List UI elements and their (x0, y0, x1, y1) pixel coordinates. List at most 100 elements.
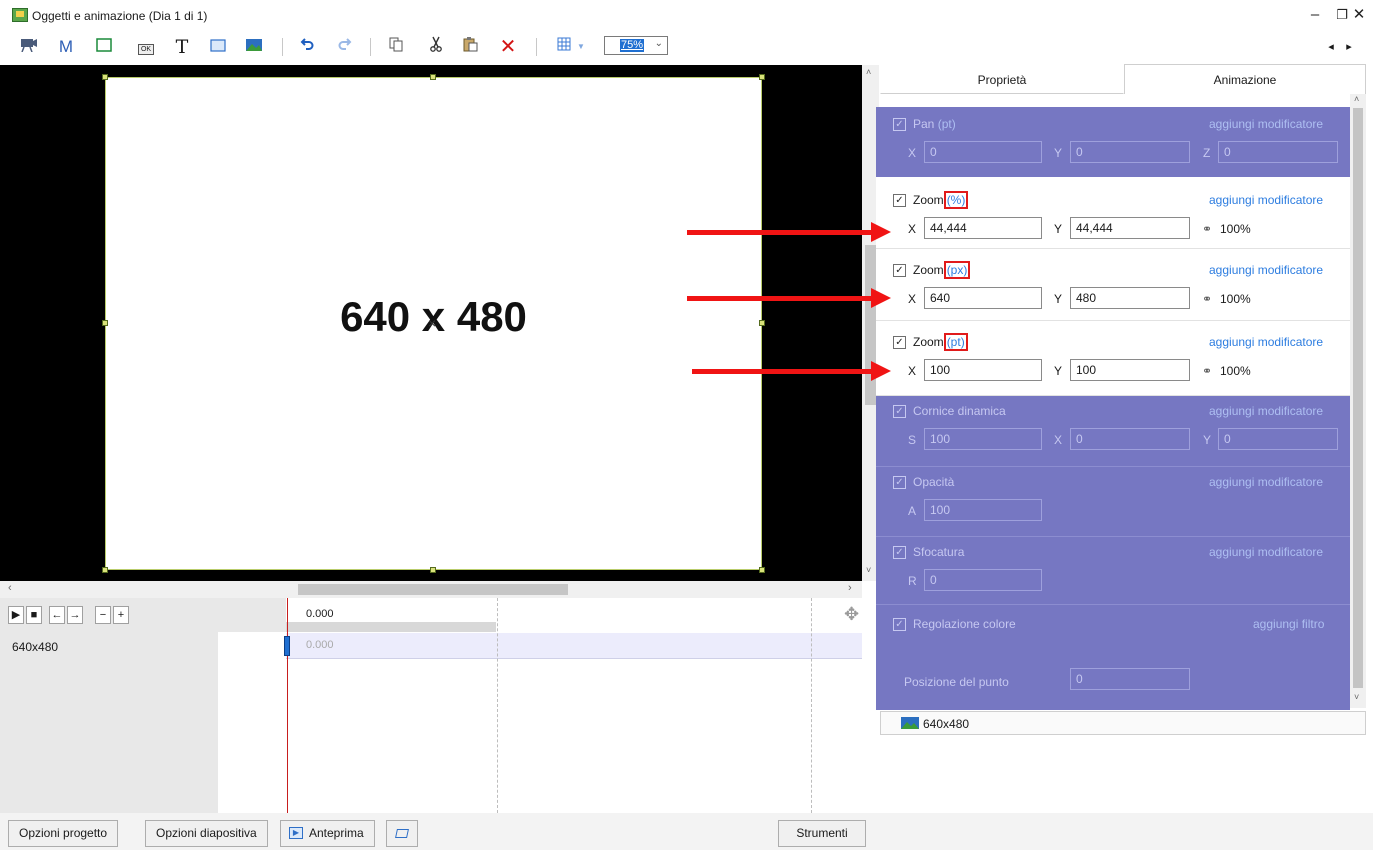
scroll-thumb[interactable] (865, 245, 876, 405)
opacity-a-field[interactable]: 100 (924, 499, 1042, 521)
scroll-down-icon[interactable]: ˅ (1354, 692, 1359, 702)
dynamic-frame-y-field[interactable]: 0 (1218, 428, 1338, 450)
dynamic-frame-x-field[interactable]: 0 (1070, 428, 1190, 450)
nav-next-icon[interactable]: ▸ (1340, 36, 1358, 58)
resize-handle[interactable] (102, 74, 108, 80)
pan-checkbox[interactable]: ✓ (893, 118, 906, 131)
blur-checkbox[interactable]: ✓ (893, 546, 906, 559)
zoom-pt-y-field[interactable]: 100 (1070, 359, 1190, 381)
play-button[interactable]: ▶ (8, 606, 24, 624)
playhead[interactable] (287, 598, 288, 813)
grid-icon[interactable] (552, 36, 576, 58)
add-modifier-link[interactable]: aggiungi modificatore (1209, 545, 1323, 559)
nav-prev-icon[interactable]: ◂ (1322, 36, 1340, 58)
canvas-horizontal-scrollbar[interactable]: ‹ › (0, 581, 862, 598)
scroll-thumb[interactable] (1353, 108, 1363, 688)
panel-scrollbar[interactable]: ˄ ˅ (1350, 94, 1366, 708)
rectangle-icon[interactable] (206, 36, 230, 58)
link-icon[interactable]: ⚭ (1202, 292, 1212, 306)
scroll-up-icon[interactable]: ˄ (866, 67, 871, 77)
tab-properties[interactable]: Proprietà (880, 64, 1124, 94)
resize-handle[interactable] (759, 567, 765, 573)
resize-handle[interactable] (759, 320, 765, 326)
resize-handle[interactable] (430, 567, 436, 573)
zoom-percent-checkbox[interactable]: ✓ (893, 194, 906, 207)
scroll-left-icon[interactable]: ‹ (8, 582, 12, 594)
frame-icon[interactable] (92, 36, 116, 58)
pan-x-field[interactable]: 0 (924, 141, 1042, 163)
scroll-down-icon[interactable]: ˅ (866, 565, 871, 575)
point-position-field[interactable]: 0 (1070, 668, 1190, 690)
copy-icon[interactable] (384, 36, 408, 58)
zoom-percent-header: Zoom (%) (913, 191, 969, 209)
close-button[interactable]: ✕ (1345, 4, 1373, 28)
scroll-up-icon[interactable]: ˄ (1354, 94, 1359, 104)
add-modifier-link[interactable]: aggiungi modificatore (1209, 263, 1323, 277)
stop-button[interactable]: ■ (26, 606, 42, 624)
scroll-thumb[interactable] (298, 584, 568, 595)
add-filter-link[interactable]: aggiungi filtro (1253, 617, 1324, 631)
zoom-pt-header: Zoom (pt) (913, 333, 968, 351)
add-keyframe-button[interactable]: + (113, 606, 129, 624)
zoom-px-y-field[interactable]: 480 (1070, 287, 1190, 309)
move-icon[interactable]: ✥ (844, 604, 859, 625)
keyframe[interactable] (284, 636, 290, 656)
blur-r-field[interactable]: 0 (924, 569, 1042, 591)
project-options-button[interactable]: Opzioni progetto (8, 820, 119, 847)
tools-button[interactable]: Strumenti (778, 820, 866, 847)
color-adjust-section: ✓ Regolazione colore aggiungi filtro Pos… (876, 604, 1350, 710)
delete-icon[interactable]: ✕ (496, 36, 520, 58)
redo-icon[interactable] (332, 36, 356, 58)
window-mode-button[interactable] (386, 820, 418, 847)
add-modifier-link[interactable]: aggiungi modificatore (1209, 335, 1323, 349)
link-icon[interactable]: ⚭ (1202, 364, 1212, 378)
dynamic-frame-y-label: Y (1203, 433, 1212, 447)
scroll-right-icon[interactable]: › (848, 582, 852, 594)
dynamic-frame-checkbox[interactable]: ✓ (893, 405, 906, 418)
text-icon[interactable]: T (170, 36, 194, 58)
paste-icon[interactable] (458, 36, 482, 58)
button-icon[interactable]: OK (134, 36, 158, 58)
color-adjust-checkbox[interactable]: ✓ (893, 618, 906, 631)
undo-icon[interactable] (296, 36, 320, 58)
zoom-px-checkbox[interactable]: ✓ (893, 264, 906, 277)
resize-handle[interactable] (430, 74, 436, 80)
app-icon (12, 8, 28, 22)
zoom-pt-x-field[interactable]: 100 (924, 359, 1042, 381)
resize-handle[interactable] (102, 320, 108, 326)
separator (282, 38, 283, 56)
tab-animation[interactable]: Animazione (1124, 64, 1366, 94)
opacity-checkbox[interactable]: ✓ (893, 476, 906, 489)
zoom-select[interactable]: 75% ⌄ (604, 36, 668, 55)
next-keyframe-button[interactable]: → (67, 606, 83, 624)
pan-y-field[interactable]: 0 (1070, 141, 1190, 163)
timeline-area[interactable] (218, 633, 862, 813)
slide-options-button[interactable]: Opzioni diapositiva (145, 820, 268, 847)
camera-icon[interactable] (16, 36, 40, 58)
pan-z-field[interactable]: 0 (1218, 141, 1338, 163)
preview-button[interactable]: ▶ Anteprima (280, 820, 375, 847)
object-list-item[interactable]: 640x480 (880, 711, 1366, 735)
image-icon[interactable] (242, 36, 266, 58)
resize-handle[interactable] (102, 567, 108, 573)
zoom-percent-x-field[interactable]: 44,444 (924, 217, 1042, 239)
timeline-track-bar[interactable]: 0.000 (286, 633, 862, 659)
zoom-pt-checkbox[interactable]: ✓ (893, 336, 906, 349)
timeline-ruler[interactable]: 0.000 (286, 598, 862, 633)
grid-dropdown-icon[interactable]: ▼ (574, 36, 588, 58)
dynamic-frame-s-field[interactable]: 100 (924, 428, 1042, 450)
add-modifier-link[interactable]: aggiungi modificatore (1209, 404, 1323, 418)
add-modifier-link[interactable]: aggiungi modificatore (1209, 475, 1323, 489)
slide-object[interactable]: 640 x 480 × (105, 77, 762, 570)
zoom-px-x-field[interactable]: 640 (924, 287, 1042, 309)
timeline-track-row[interactable]: 640x480 (0, 633, 218, 660)
cut-icon[interactable] (424, 36, 448, 58)
add-modifier-link[interactable]: aggiungi modificatore (1209, 117, 1323, 131)
remove-keyframe-button[interactable]: − (95, 606, 111, 624)
zoom-percent-y-field[interactable]: 44,444 (1070, 217, 1190, 239)
resize-handle[interactable] (759, 74, 765, 80)
prev-keyframe-button[interactable]: ← (49, 606, 65, 624)
add-modifier-link[interactable]: aggiungi modificatore (1209, 193, 1323, 207)
link-icon[interactable]: ⚭ (1202, 222, 1212, 236)
mask-icon[interactable]: M (54, 36, 78, 58)
